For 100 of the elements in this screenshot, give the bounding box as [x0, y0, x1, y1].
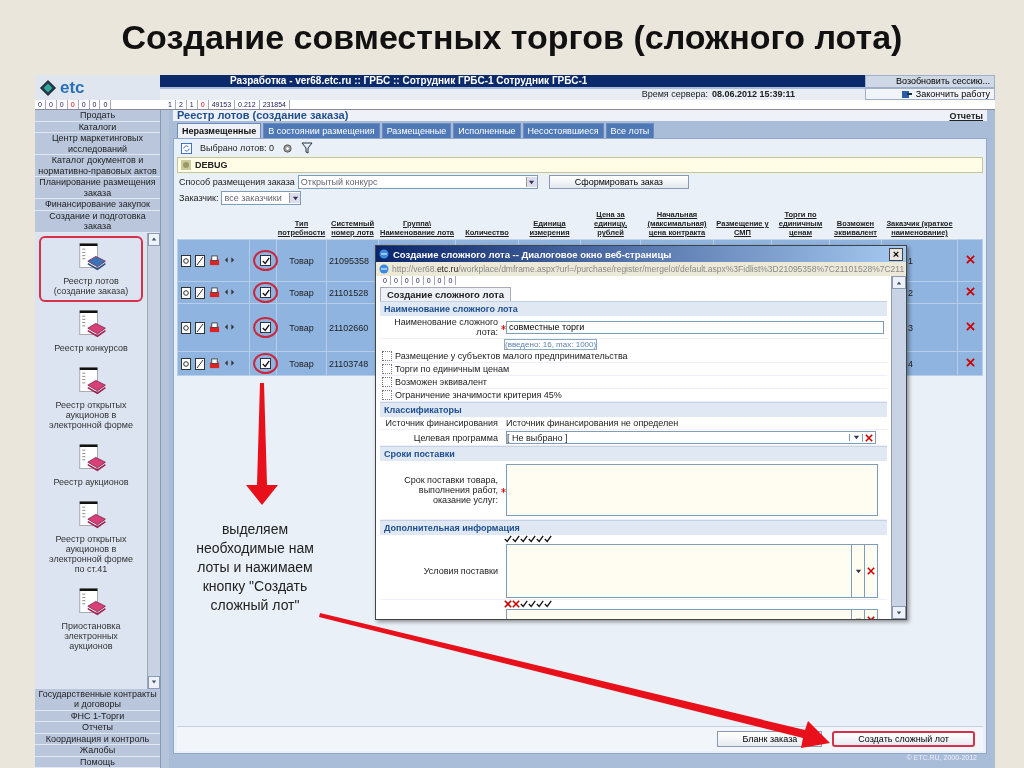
scroll-up-button[interactable]	[892, 276, 906, 289]
magnifier-document-icon[interactable]	[181, 357, 191, 370]
checkbox[interactable]	[260, 322, 271, 333]
checkbox-label: Торги по единичным ценам	[395, 364, 510, 374]
logo-text: etc	[60, 77, 85, 98]
method-select[interactable]: Открытый конкурс	[297, 175, 538, 189]
sidebar-item[interactable]: Жалобы	[35, 745, 160, 757]
delete-icon[interactable]	[965, 287, 975, 296]
tab[interactable]: Размещенные	[381, 123, 452, 138]
caret-up-icon[interactable]	[151, 236, 157, 242]
scroll-down-button[interactable]	[892, 606, 906, 619]
dialog-tab[interactable]: Создание сложного лота	[380, 287, 511, 301]
required-icon	[500, 324, 506, 330]
stamp-icon[interactable]	[209, 286, 220, 298]
browser-icon	[379, 264, 389, 274]
pencil-icon[interactable]	[195, 254, 205, 267]
sidebar-item[interactable]: Государственные контракты и договоры	[35, 688, 160, 711]
double-arrow-icon[interactable]	[224, 254, 235, 265]
table-cell: Товар	[276, 303, 327, 352]
stamp-icon[interactable]	[209, 321, 220, 333]
caret-icon[interactable]	[854, 567, 862, 575]
registry-item[interactable]: Реестр конкурсов	[39, 302, 143, 359]
field-label: Целевая программа	[412, 432, 499, 443]
checkbox[interactable]	[260, 255, 271, 266]
sidebar-item[interactable]: Отчеты	[35, 722, 160, 734]
sidebar-item[interactable]: Планирование размещения заказа	[35, 177, 160, 199]
sidebar-item[interactable]: Продать	[35, 110, 160, 122]
server-time-label: Время сервера:	[641, 89, 708, 100]
registry-item[interactable]: Реестр лотов (создание заказа)	[39, 235, 143, 302]
filter-icon[interactable]	[301, 142, 314, 154]
reports-link[interactable]: Отчеты	[949, 111, 983, 121]
registry-label: Приостановка электронных аукционов	[60, 620, 122, 651]
tab[interactable]: Исполненные	[453, 123, 521, 138]
program-select[interactable]: [ Не выбрано ]	[506, 431, 876, 444]
caret-down-icon[interactable]	[896, 609, 902, 616]
text-field[interactable]: совместные торги	[506, 320, 884, 334]
caret-icon[interactable]	[528, 178, 536, 186]
delete-icon[interactable]	[867, 567, 875, 575]
caret-icon[interactable]	[852, 434, 860, 441]
checkbox[interactable]	[382, 351, 392, 361]
checkbox[interactable]	[260, 358, 271, 369]
registry-item[interactable]: Приостановка электронных аукционов	[39, 580, 143, 657]
delete-icon[interactable]	[965, 358, 975, 367]
field-value: Источник финансирования не определен	[506, 418, 679, 428]
caret-up-icon[interactable]	[896, 279, 902, 286]
pencil-icon[interactable]	[195, 321, 205, 334]
sidebar-item[interactable]: Создание и подготовка заказа	[35, 210, 160, 233]
session-button[interactable]: Возобновить сессию...	[865, 75, 995, 88]
action-button[interactable]: Создать сложный лот	[832, 731, 975, 747]
form-order-button[interactable]: Сформировать заказ	[548, 175, 689, 189]
tab[interactable]: Неразмещенные	[177, 123, 262, 138]
stamp-icon[interactable]	[209, 254, 220, 266]
field-label: Источник финансирования	[384, 418, 499, 428]
double-arrow-icon[interactable]	[224, 357, 235, 368]
exit-icon	[900, 88, 913, 99]
registry-label: Реестр открытых аукционов в электронной форме	[48, 399, 134, 430]
close-button[interactable]: ×	[889, 247, 903, 261]
refresh-icon[interactable]	[181, 142, 192, 154]
delete-icon[interactable]	[965, 255, 975, 264]
section-header: Дополнительная информация	[380, 520, 887, 535]
delete-icon[interactable]	[865, 433, 873, 442]
stamp-icon[interactable]	[209, 357, 220, 369]
tab[interactable]: Все лоты	[605, 123, 655, 138]
double-arrow-icon[interactable]	[224, 321, 235, 332]
checkbox[interactable]	[382, 364, 392, 374]
selected-count: Выбрано лотов: 0	[200, 143, 275, 153]
registry-item[interactable]: Реестр открытых аукционов в электронной форме	[39, 359, 143, 436]
double-arrow-icon[interactable]	[224, 286, 235, 297]
caret-down-icon[interactable]	[151, 679, 157, 685]
checkbox-label: Возможен эквивалент	[395, 377, 487, 387]
magnifier-document-icon[interactable]	[181, 254, 191, 267]
caret-icon[interactable]	[291, 194, 299, 202]
scrollbar[interactable]	[891, 276, 906, 619]
tab[interactable]: В состоянии размещения	[263, 123, 380, 138]
tab[interactable]: Несостоявшиеся	[522, 123, 604, 138]
checkbox[interactable]	[382, 390, 392, 400]
registry-label: Реестр аукционов	[53, 476, 129, 487]
field-label: Срок поставки товара, выполнения работ, оказание услуг:	[403, 475, 499, 505]
magnifier-document-icon[interactable]	[181, 286, 191, 299]
gear-icon[interactable]	[282, 142, 294, 154]
validation-marks	[504, 600, 552, 608]
debug-icon	[181, 160, 191, 170]
registry-item[interactable]: Реестр открытых аукционов в электронной форме по ст.41	[39, 493, 143, 580]
pencil-icon[interactable]	[195, 357, 205, 370]
customer-select[interactable]: все заказчики	[221, 191, 302, 205]
annotation-text: выделяем необходимые нам лоты и нажимаем кнопку "Создать сложный лот"	[195, 520, 315, 615]
sidebar-item[interactable]: Каталог документов и нормативно-правовых актов	[35, 155, 160, 177]
registry-item[interactable]: Реестр аукционов	[39, 436, 143, 493]
pencil-icon[interactable]	[195, 286, 205, 299]
sidebar-item[interactable]: Центр маркетинговых исследований	[35, 133, 160, 155]
magnifier-document-icon[interactable]	[181, 321, 191, 334]
delete-icon[interactable]	[965, 322, 975, 331]
checkbox[interactable]	[260, 287, 271, 298]
sidebar-item[interactable]: Финансирование закупок	[35, 199, 160, 211]
scroll-down-button[interactable]	[148, 675, 160, 689]
text-area[interactable]	[506, 464, 878, 516]
scrollbar[interactable]	[147, 232, 160, 689]
checkbox[interactable]	[382, 377, 392, 387]
registry-label: Реестр конкурсов	[54, 342, 128, 353]
checkbox-label: Размещение у субъектов малого предпринимательства	[395, 351, 628, 361]
